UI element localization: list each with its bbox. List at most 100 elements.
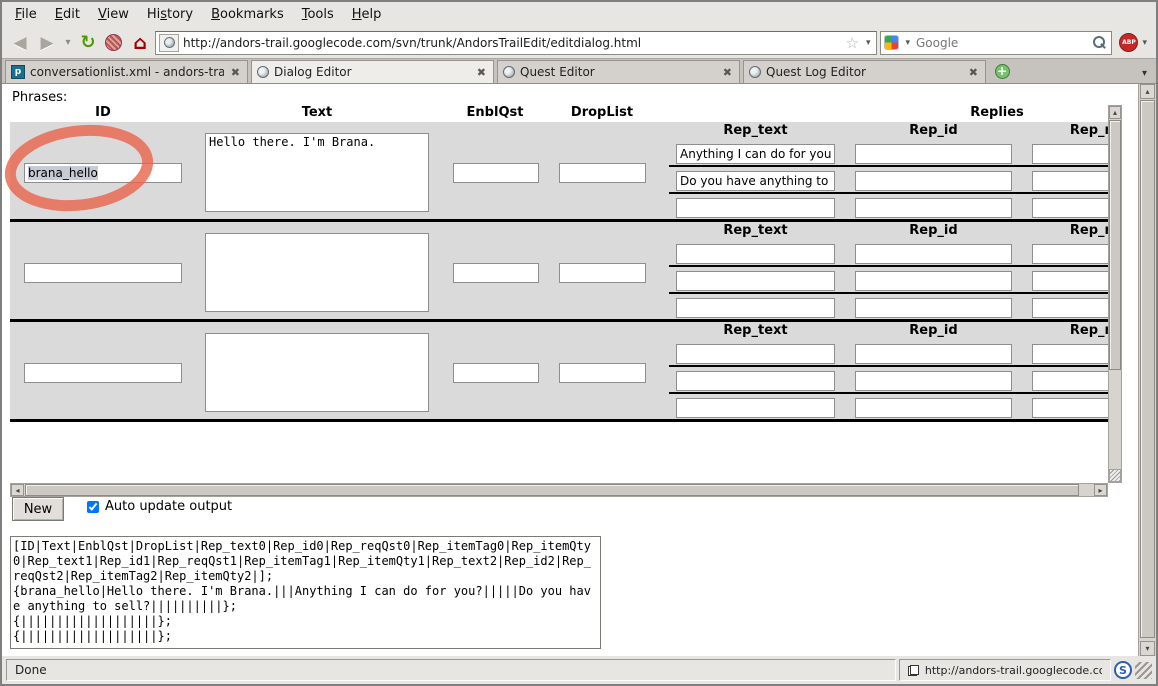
output-textarea[interactable]: [ID|Text|EnblQst|DropList|Rep_text0|Rep_… <box>10 536 601 649</box>
url-dropdown-icon[interactable]: ▾ <box>863 38 874 48</box>
rep-text-input[interactable] <box>676 144 835 164</box>
phrases-horizontal-scrollbar[interactable]: ◂ ▸ <box>10 483 1108 497</box>
reply-row <box>669 142 1108 167</box>
rep-id-input[interactable] <box>855 144 1012 164</box>
scroll-up-icon[interactable]: ▴ <box>1140 84 1155 99</box>
rep-text-input[interactable] <box>676 344 835 364</box>
droplist-input[interactable] <box>559 263 646 283</box>
rep-reqqst-input[interactable] <box>1032 171 1108 191</box>
stop-button[interactable] <box>102 31 125 55</box>
rep-text-input[interactable] <box>676 398 835 418</box>
tab-label: conversationlist.xml - andors-trail - Pr… <box>30 65 224 79</box>
id-input[interactable] <box>24 363 182 383</box>
rep-reqqst-input[interactable] <box>1032 198 1108 218</box>
rep-reqqst-input[interactable] <box>1032 344 1108 364</box>
rep-text-input[interactable] <box>676 171 835 191</box>
search-icon[interactable] <box>1093 36 1106 49</box>
new-button[interactable]: New <box>12 497 64 521</box>
selected-text: brana_hello <box>28 166 98 180</box>
enblqst-input[interactable] <box>453 163 539 183</box>
forward-button[interactable]: ▶ <box>35 31 59 55</box>
tab-close-icon[interactable]: ✖ <box>475 66 488 79</box>
site-identity-box[interactable] <box>159 34 179 52</box>
droplist-input[interactable] <box>559 363 646 383</box>
rep-id-input[interactable] <box>855 398 1012 418</box>
tab-close-icon[interactable]: ✖ <box>967 66 980 79</box>
adblock-dropdown-icon[interactable]: ▾ <box>1139 38 1150 48</box>
home-button[interactable]: ⌂ <box>128 31 152 55</box>
menu-bookmarks[interactable]: Bookmarks <box>202 3 293 26</box>
home-icon: ⌂ <box>128 32 152 54</box>
menu-tools[interactable]: Tools <box>293 3 343 26</box>
window-resize-grip[interactable] <box>1135 662 1152 679</box>
scroll-right-icon[interactable]: ▸ <box>1094 484 1107 496</box>
back-button[interactable]: ◀ <box>8 31 32 55</box>
id-input[interactable] <box>24 263 182 283</box>
droplist-input[interactable] <box>559 163 646 183</box>
phrases-vertical-scrollbar[interactable]: ▴ <box>1108 105 1122 483</box>
page-vertical-scrollbar[interactable]: ▴ ▾ <box>1138 84 1156 656</box>
list-all-tabs-icon[interactable]: ▾ <box>1142 68 1153 83</box>
scroll-up-icon[interactable]: ▴ <box>1109 106 1121 119</box>
tab-quest-log-editor[interactable]: Quest Log Editor ✖ <box>743 60 986 83</box>
reply-header-rep-id: Rep_id <box>855 223 1012 238</box>
rep-id-input[interactable] <box>855 344 1012 364</box>
rep-reqqst-input[interactable] <box>1032 271 1108 291</box>
rep-id-input[interactable] <box>855 298 1012 318</box>
reload-button[interactable]: ↻ <box>77 31 99 55</box>
rep-text-input[interactable] <box>676 271 835 291</box>
rep-id-input[interactable] <box>855 198 1012 218</box>
scroll-down-icon[interactable]: ▾ <box>1140 641 1155 656</box>
enblqst-input[interactable] <box>453 363 539 383</box>
url-input[interactable] <box>183 34 841 52</box>
id-input[interactable]: brana_hello <box>24 163 182 183</box>
rep-reqqst-input[interactable] <box>1032 244 1108 264</box>
rep-text-input[interactable] <box>676 298 835 318</box>
enblqst-input[interactable] <box>453 263 539 283</box>
rep-id-input[interactable] <box>855 171 1012 191</box>
back-icon: ◀ <box>8 33 32 53</box>
status-link-text: http://andors-trail.googlecode.com/ <box>925 664 1102 677</box>
menu-view[interactable]: View <box>89 3 138 26</box>
scrollbar-thumb[interactable] <box>1140 100 1155 638</box>
text-textarea[interactable] <box>205 233 429 312</box>
reply-header-rep-reqqst: Rep_reqQst <box>1032 123 1108 138</box>
google-search-engine-icon[interactable] <box>884 35 899 50</box>
rep-reqqst-input[interactable] <box>1032 371 1108 391</box>
search-input[interactable] <box>916 34 1090 52</box>
tab-conversationlist[interactable]: p conversationlist.xml - andors-trail - … <box>5 60 248 83</box>
text-textarea[interactable] <box>205 333 429 412</box>
rep-reqqst-input[interactable] <box>1032 298 1108 318</box>
rep-reqqst-input[interactable] <box>1032 144 1108 164</box>
tab-close-icon[interactable]: ✖ <box>229 66 242 79</box>
tab-quest-editor[interactable]: Quest Editor ✖ <box>497 60 740 83</box>
rep-id-input[interactable] <box>855 271 1012 291</box>
tab-close-icon[interactable]: ✖ <box>721 66 734 79</box>
adblock-button[interactable]: ABP ▾ <box>1119 33 1150 52</box>
replies-block: Rep_text Rep_id Rep_reqQst <box>669 322 1108 422</box>
rep-reqqst-input[interactable] <box>1032 398 1108 418</box>
bookmark-star-icon[interactable]: ☆ <box>845 34 858 52</box>
new-tab-button[interactable]: + <box>991 61 1013 82</box>
menu-history[interactable]: History <box>138 3 202 26</box>
menu-file[interactable]: File <box>6 3 46 26</box>
rep-text-input[interactable] <box>676 244 835 264</box>
scroll-left-icon[interactable]: ◂ <box>11 484 24 496</box>
scrollbar-thumb[interactable] <box>1109 120 1121 370</box>
text-textarea[interactable]: Hello there. I'm Brana. <box>205 133 429 212</box>
rep-text-input[interactable] <box>676 198 835 218</box>
rep-id-input[interactable] <box>855 244 1012 264</box>
menu-edit[interactable]: Edit <box>46 3 89 26</box>
rep-id-input[interactable] <box>855 371 1012 391</box>
auto-update-checkbox[interactable] <box>87 501 99 513</box>
tab-dialog-editor[interactable]: Dialog Editor ✖ <box>251 60 494 83</box>
noscript-icon[interactable]: S <box>1114 661 1132 679</box>
menu-help[interactable]: Help <box>343 3 391 26</box>
history-dropdown-icon[interactable]: ▾ <box>62 31 74 55</box>
rep-text-input[interactable] <box>676 371 835 391</box>
replies-block: Rep_text Rep_id Rep_reqQst <box>669 222 1108 322</box>
scrollbar-thumb[interactable] <box>25 484 1079 496</box>
search-engine-dropdown-icon[interactable]: ▾ <box>902 38 913 48</box>
phrases-resize-grip[interactable] <box>1109 469 1121 482</box>
phrase-row: Rep_text Rep_id Rep_reqQst <box>10 322 1108 422</box>
